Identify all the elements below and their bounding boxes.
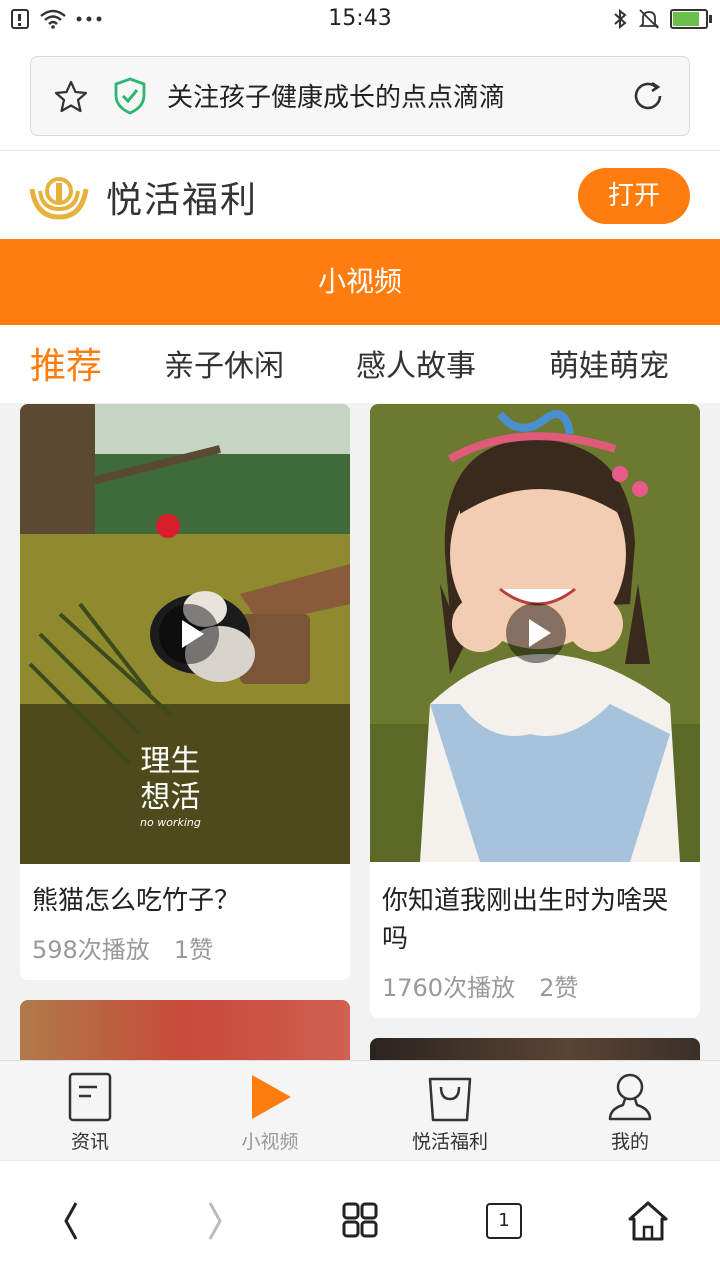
video-meta: 598次播放 1赞	[32, 930, 237, 965]
person-icon	[608, 1073, 652, 1121]
nav-me-label: 我的	[610, 1131, 649, 1153]
nav-short-video-label: 小视频	[241, 1131, 299, 1153]
status-bar: 15:43	[0, 0, 720, 40]
tab-parent-child[interactable]: 亲子休闲	[164, 341, 284, 385]
like-count: 2赞	[539, 974, 579, 1002]
shopping-bag-icon	[428, 1077, 472, 1122]
forward-icon[interactable]	[184, 1193, 244, 1249]
status-right	[612, 8, 712, 30]
browser-toolbar: 1	[0, 1160, 720, 1281]
nav-welfare[interactable]: 悦活福利	[360, 1061, 540, 1161]
play-icon	[252, 1075, 291, 1119]
play-button[interactable]	[506, 603, 566, 663]
open-app-button[interactable]: 打开	[578, 168, 690, 224]
video-title[interactable]: 你知道我刚出生时为啥哭吗	[382, 882, 684, 958]
video-title[interactable]: 熊猫怎么吃竹子？	[32, 882, 334, 920]
back-icon[interactable]	[42, 1193, 102, 1249]
nav-news-label: 资讯	[70, 1131, 109, 1153]
address-bar[interactable]: 关注孩子健康成长的点点滴滴	[30, 56, 690, 136]
reload-icon[interactable]	[631, 79, 665, 113]
play-button[interactable]	[159, 604, 219, 664]
video-feed: 理生 想活 no working 熊猫怎么吃竹子？ 598次播放 1赞 你知道我…	[0, 403, 720, 1060]
battery-icon	[670, 9, 712, 29]
video-thumbnail[interactable]	[370, 1038, 700, 1060]
video-card[interactable]: 理生 想活 no working 熊猫怎么吃竹子？ 598次播放 1赞	[20, 404, 350, 980]
overlay-text-3: no working	[140, 816, 201, 829]
tab-touching-stories[interactable]: 感人故事	[356, 341, 476, 385]
video-card[interactable]: 你知道我刚出生时为啥哭吗 1760次播放 2赞	[370, 404, 700, 1018]
thumbnail-caption: 理生 想活 no working	[140, 744, 201, 830]
news-icon	[68, 1072, 112, 1122]
play-count: 1760次播放	[382, 974, 516, 1002]
tabs-icon[interactable]: 1	[474, 1193, 534, 1249]
category-tabs: 推荐 亲子休闲 感人故事 萌娃萌宠	[0, 325, 720, 404]
menu-grid-icon[interactable]	[330, 1193, 390, 1249]
play-count: 598次播放	[32, 936, 150, 964]
app-name: 悦活福利	[106, 180, 259, 221]
mute-icon	[638, 9, 660, 29]
video-thumbnail[interactable]: 理生 想活 no working	[20, 404, 350, 864]
app-bottom-nav: 资讯 小视频 悦活福利 我的	[0, 1060, 720, 1161]
tab-recommend[interactable]: 推荐	[30, 337, 102, 389]
star-icon[interactable]	[53, 79, 89, 115]
overlay-text-2: 想活	[140, 780, 201, 815]
overlay-text-1: 理生	[140, 744, 201, 779]
like-count: 1赞	[173, 936, 214, 964]
video-thumbnail[interactable]	[370, 404, 700, 862]
url-text[interactable]: 关注孩子健康成长的点点滴滴	[167, 77, 505, 114]
tab-count: 1	[486, 1203, 522, 1239]
video-card[interactable]	[20, 1000, 350, 1060]
video-thumbnail[interactable]	[20, 1000, 350, 1060]
nav-short-video[interactable]: 小视频	[180, 1061, 360, 1161]
nav-welfare-label: 悦活福利	[411, 1131, 488, 1153]
nav-news[interactable]: 资讯	[0, 1061, 180, 1161]
address-bar-area: 关注孩子健康成长的点点滴滴	[0, 40, 720, 151]
bluetooth-icon	[614, 8, 627, 30]
nav-me[interactable]: 我的	[540, 1061, 720, 1161]
shield-icon	[114, 77, 146, 115]
video-card[interactable]	[370, 1038, 700, 1060]
app-banner: 悦活福利 打开	[0, 151, 720, 239]
section-header: 小视频	[0, 239, 720, 325]
home-icon[interactable]	[618, 1193, 678, 1249]
app-logo	[29, 177, 89, 220]
tab-cute-kids-pets[interactable]: 萌娃萌宠	[549, 341, 669, 385]
video-meta: 1760次播放 2赞	[382, 968, 602, 1003]
